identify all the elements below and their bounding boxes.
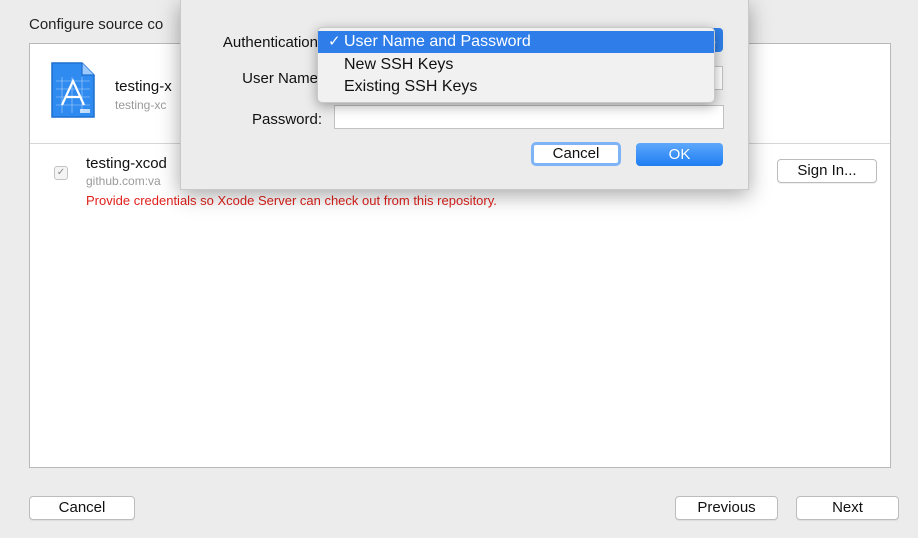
cancel-button[interactable]: Cancel	[29, 496, 135, 520]
password-field[interactable]	[334, 105, 724, 129]
xcode-project-icon	[51, 62, 95, 118]
project-subtitle: testing-xc	[115, 98, 167, 112]
authentication-label: Authentication	[222, 34, 318, 51]
project-name: testing-x	[115, 78, 172, 95]
sheet-ok-button[interactable]: OK	[636, 143, 723, 166]
authentication-menu: ✓ User Name and Password New SSH Keys Ex…	[317, 27, 715, 103]
username-label: User Name	[242, 70, 318, 87]
repository-checkbox[interactable]: ✓	[54, 166, 68, 180]
sign-in-button[interactable]: Sign In...	[777, 159, 877, 183]
menu-item-label: Existing SSH Keys	[344, 78, 478, 95]
checkmark-icon: ✓	[328, 33, 341, 50]
repository-name: testing-xcod	[86, 155, 167, 172]
sheet-cancel-button[interactable]: Cancel	[531, 142, 621, 166]
menu-item-existing-ssh-keys[interactable]: Existing SSH Keys	[318, 76, 714, 98]
password-label: Password:	[251, 111, 322, 128]
menu-item-label: User Name and Password	[344, 33, 531, 50]
menu-item-label: New SSH Keys	[344, 56, 454, 73]
page-title: Configure source co	[29, 16, 164, 33]
credentials-warning: Provide credentials so Xcode Server can …	[86, 193, 497, 208]
previous-button[interactable]: Previous	[675, 496, 778, 520]
repository-host: github.com:va	[86, 174, 161, 188]
menu-item-new-ssh-keys[interactable]: New SSH Keys	[318, 54, 714, 76]
next-button[interactable]: Next	[796, 496, 899, 520]
menu-item-username-password[interactable]: ✓ User Name and Password	[318, 31, 714, 53]
